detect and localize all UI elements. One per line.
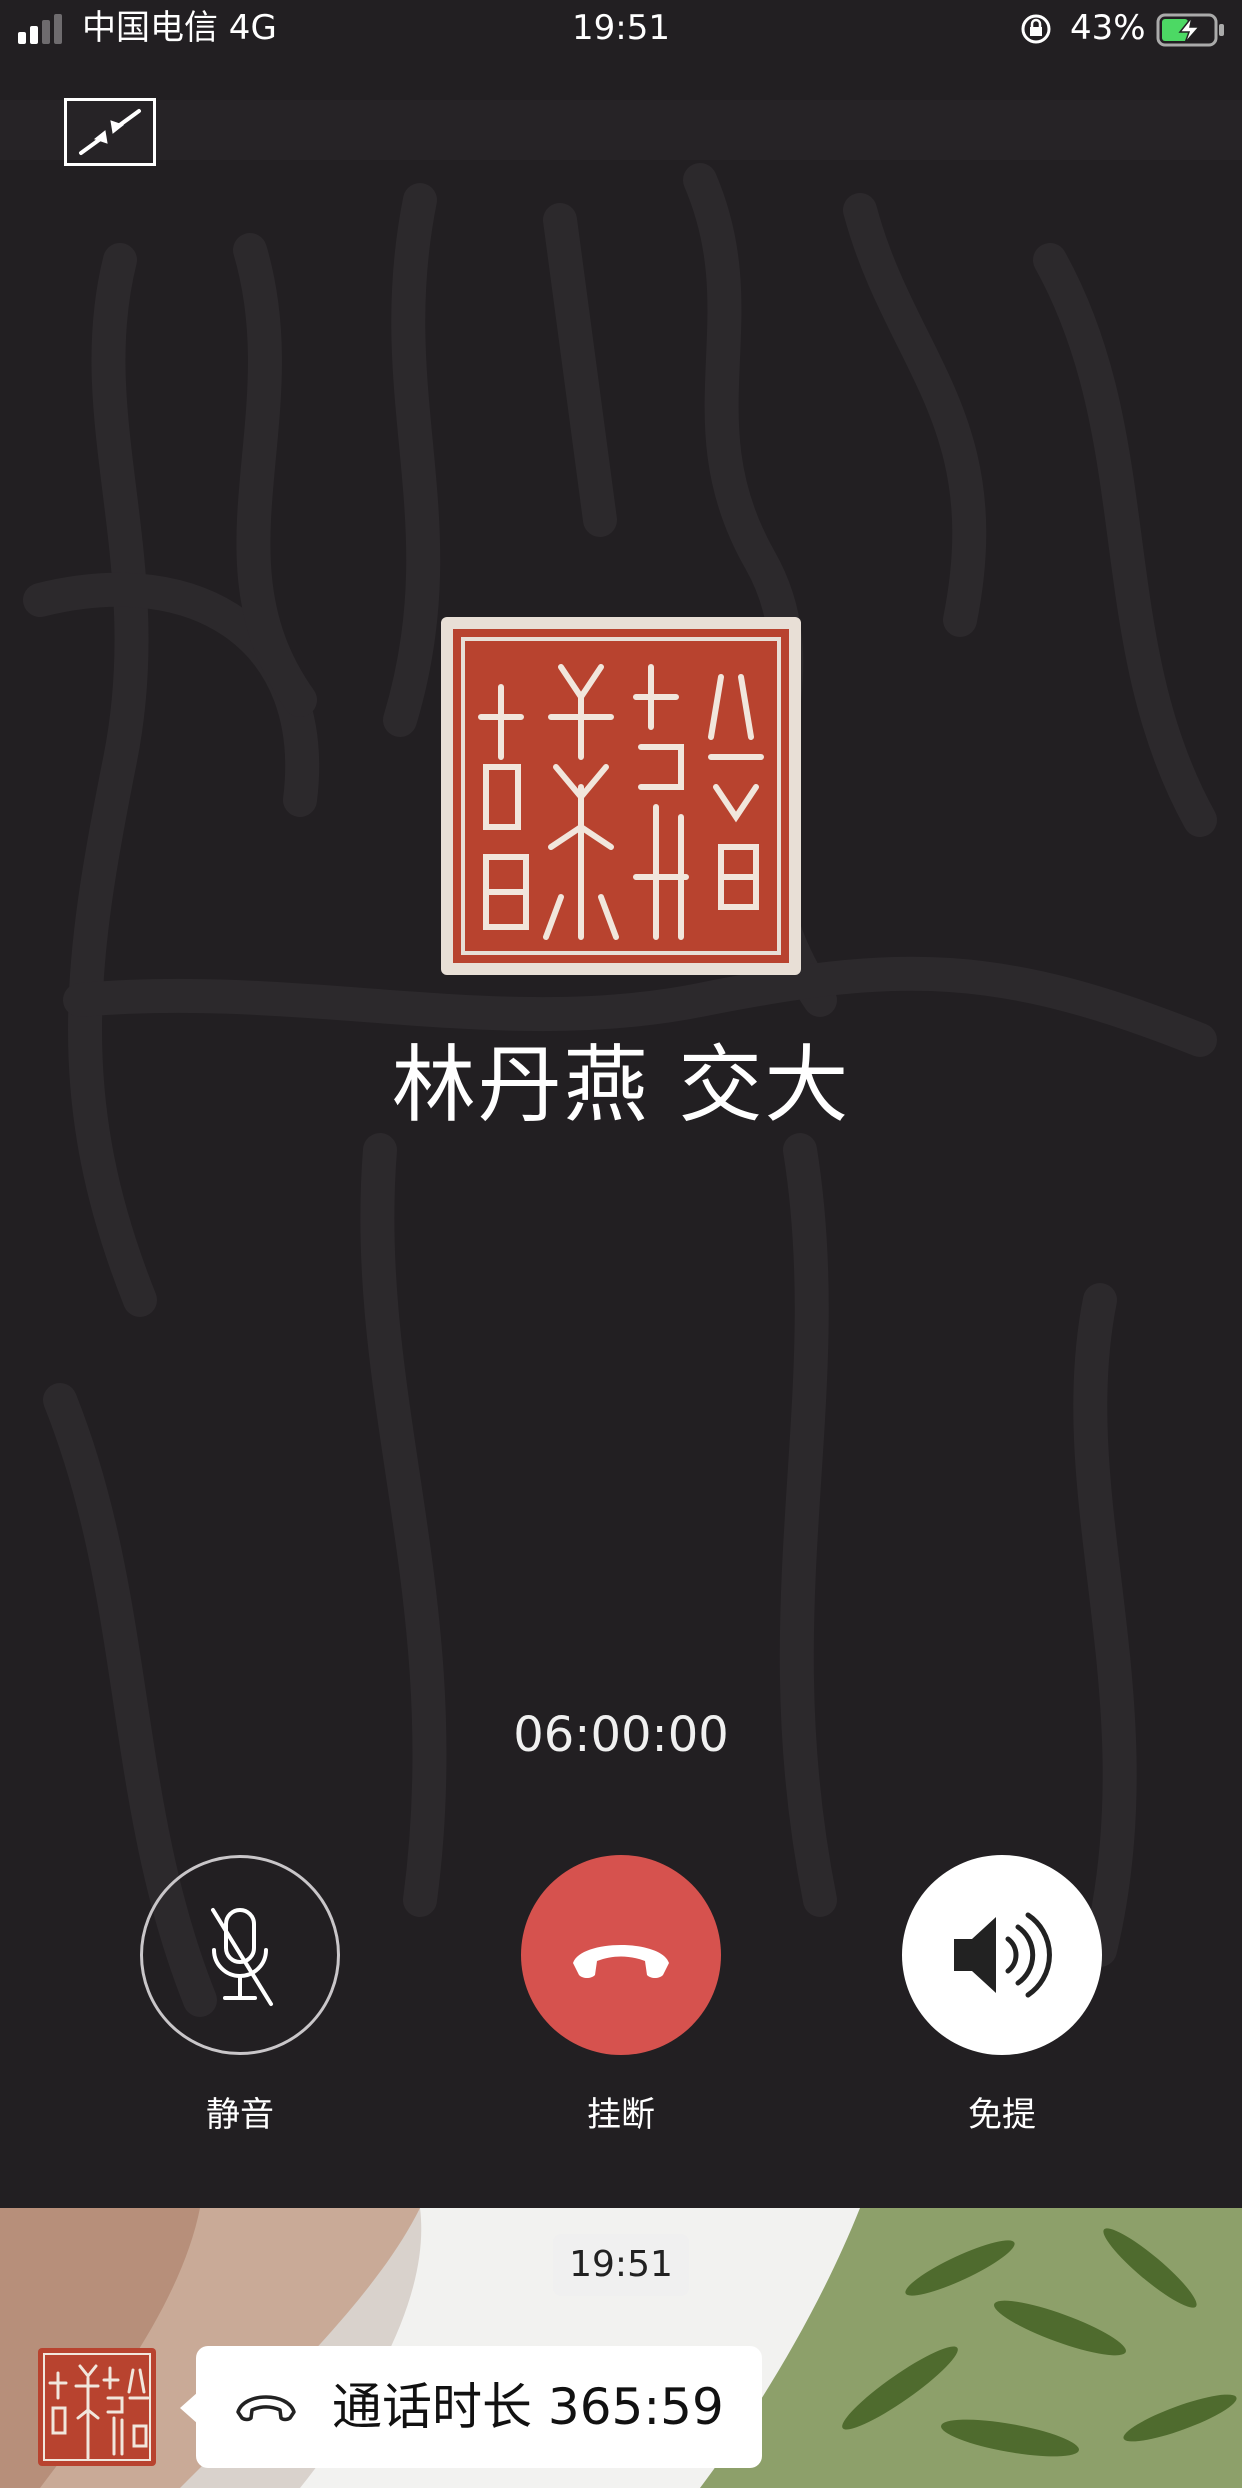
chat-avatar[interactable] bbox=[38, 2348, 156, 2466]
speaker-label: 免提 bbox=[968, 2095, 1036, 2135]
call-duration-text: 通话时长 365:59 bbox=[332, 2378, 724, 2436]
mute-label: 静音 bbox=[206, 2095, 274, 2135]
call-record-bubble[interactable]: 通话时长 365:59 bbox=[196, 2346, 762, 2468]
phone-hangup-icon bbox=[573, 1945, 669, 1978]
avatar-seal-small bbox=[38, 2348, 156, 2466]
status-bar: 中国电信 4G 19:51 43% bbox=[0, 0, 1242, 60]
avatar bbox=[441, 617, 801, 975]
battery-charging-icon bbox=[1156, 13, 1224, 47]
battery-percent: 43% bbox=[1070, 8, 1146, 48]
minimize-button[interactable] bbox=[64, 98, 156, 166]
mic-off-icon bbox=[211, 1908, 273, 2006]
lock-rotation-icon bbox=[1021, 14, 1051, 44]
minimize-icon bbox=[79, 109, 141, 155]
speaker-icon bbox=[954, 1912, 1052, 1998]
mute-button[interactable] bbox=[140, 1855, 340, 2055]
avatar-seal bbox=[441, 617, 801, 975]
speaker-button[interactable] bbox=[902, 1855, 1102, 2055]
hangup-button[interactable] bbox=[521, 1855, 721, 2055]
contact-name: 林丹燕 交大 bbox=[391, 1036, 851, 1134]
status-time: 19:51 bbox=[572, 8, 670, 48]
chat-timestamp: 19:51 bbox=[553, 2234, 689, 2296]
hangup-label: 挂断 bbox=[587, 2095, 655, 2135]
phone-hangup-icon bbox=[236, 2395, 296, 2422]
call-timer: 06:00:00 bbox=[513, 1707, 729, 1763]
